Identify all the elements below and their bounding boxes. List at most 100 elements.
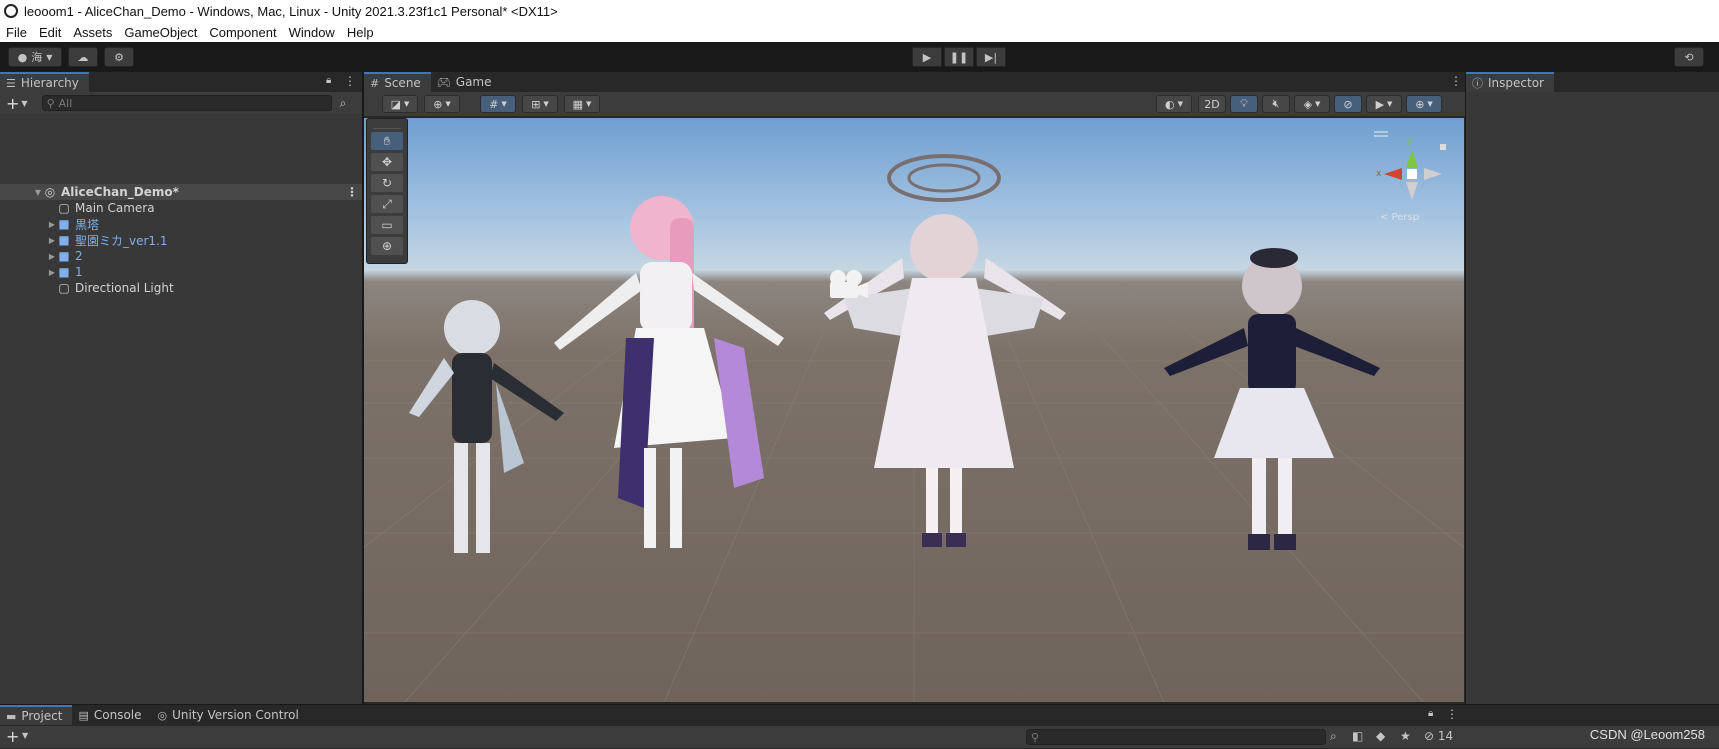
step-button[interactable]: ▶| (976, 47, 1006, 67)
tab-console[interactable]: ▤ Console (72, 705, 151, 725)
hierarchy-scene-row[interactable]: ▼ ◎ AliceChan_Demo* ⋮ (0, 184, 362, 200)
tag-icon[interactable]: ◆ (1376, 729, 1385, 743)
tab-scene[interactable]: # Scene (364, 72, 431, 92)
camera-settings-dropdown[interactable]: ▶ ▼ (1366, 95, 1402, 113)
grid-visibility-dropdown[interactable]: ▦ ▼ (564, 95, 600, 113)
menu-window[interactable]: Window (283, 25, 341, 40)
hierarchy-item-main-camera[interactable]: ▢ Main Camera (0, 200, 362, 216)
cloud-icon: ☁ (77, 50, 89, 64)
gizmos-dropdown[interactable]: ⊕ ▼ (1406, 95, 1442, 113)
chevron-down-icon[interactable]: ▼ (21, 99, 27, 108)
rotate-tool-button[interactable]: ↻ (371, 174, 403, 192)
lock-icon[interactable]: 🔒︎ (1428, 708, 1433, 719)
camera-gizmo-icon[interactable] (824, 268, 870, 302)
expand-arrow-icon[interactable]: ▼ (32, 188, 44, 197)
overlay-drag-handle[interactable] (373, 121, 401, 129)
move-icon: ✥ (381, 155, 393, 169)
increment-snap-dropdown[interactable]: ⊞ ▼ (522, 95, 558, 113)
audio-toggle[interactable]: 🔇︎ (1262, 95, 1290, 113)
hierarchy-search-input[interactable]: ⚲ All (41, 95, 332, 111)
chevron-down-icon: ▼ (501, 100, 507, 108)
menu-help[interactable]: Help (341, 25, 380, 40)
hierarchy-item-2[interactable]: ▶ ■ 2 (0, 248, 362, 264)
rect-tool-button[interactable]: ▭ (371, 216, 403, 234)
folder-icon: ▬ (6, 709, 17, 723)
global-local-dropdown[interactable]: ⊕ ▼ (424, 95, 460, 113)
filter-by-label-icon[interactable]: ◧ (1352, 729, 1363, 743)
tab-hierarchy[interactable]: ☰ Hierarchy (0, 72, 89, 92)
move-tool-button[interactable]: ✥ (371, 153, 403, 171)
star-icon[interactable]: ★ (1400, 729, 1411, 743)
expand-arrow-icon[interactable]: ▶ (46, 220, 58, 229)
expand-arrow-icon[interactable]: ▶ (46, 268, 58, 277)
hierarchy-item-kuruta[interactable]: ▶ ■ 黒塔 (0, 216, 362, 232)
tab-game[interactable]: 🎮︎ Game (431, 72, 502, 92)
rect-icon: ▭ (381, 218, 393, 232)
effects-dropdown[interactable]: ◈ ▼ (1294, 95, 1330, 113)
lighting-toggle[interactable]: 💡︎ (1230, 95, 1258, 113)
search-options-icon[interactable]: ⌕ (340, 96, 347, 111)
account-dropdown[interactable]: ● 海 ▼ (8, 47, 62, 67)
chevron-down-icon: ▼ (445, 100, 451, 108)
collab-settings-button[interactable]: ⚙ (104, 47, 134, 67)
search-by-type-icon[interactable]: ⌕ (1330, 729, 1337, 744)
gizmo-y-axis-cone[interactable] (1406, 150, 1418, 168)
draw-mode-dropdown[interactable]: ◪ ▼ (382, 95, 418, 113)
chevron-down-icon: ▼ (586, 100, 592, 108)
more-icon[interactable]: ⋮ (1446, 707, 1458, 721)
menu-assets[interactable]: Assets (67, 25, 118, 40)
more-icon[interactable]: ⋮ (346, 185, 358, 199)
menu-component[interactable]: Component (203, 25, 282, 40)
rotate-icon: ↻ (381, 176, 393, 190)
prefab-icon: ■ (58, 265, 70, 279)
pause-button[interactable]: ❚❚ (944, 47, 974, 67)
hidden-count: 14 (1437, 729, 1454, 743)
gizmo-z-axis-cone[interactable] (1440, 144, 1446, 150)
gizmo-persp-label[interactable]: < Persp (1380, 212, 1419, 223)
gizmo-x-axis-cone[interactable] (1384, 168, 1402, 180)
grid-snap-dropdown[interactable]: # ▼ (480, 95, 516, 113)
expand-arrow-icon[interactable]: ▶ (46, 236, 58, 245)
play-button[interactable]: ▶ (912, 47, 942, 67)
lock-icon[interactable]: 🔒︎ (326, 75, 331, 86)
transform-tool-button[interactable]: ⊕ (371, 237, 403, 255)
project-search-input[interactable]: ⚲ (1026, 729, 1326, 745)
hidden-objects-toggle[interactable]: ⊘ (1334, 95, 1362, 113)
scene-viewport[interactable]: ✋︎ ✥ ↻ ⤢ ▭ ⊕ y x < Persp (364, 118, 1464, 702)
hidden-packages-toggle[interactable]: ⊘ 14 (1424, 729, 1453, 743)
character-model-2[interactable] (544, 178, 794, 568)
gizmo-center-cube[interactable] (1407, 169, 1417, 179)
expand-arrow-icon[interactable]: ▶ (46, 252, 58, 261)
hierarchy-item-directional-light[interactable]: ▢ Directional Light (0, 280, 362, 296)
character-model-4[interactable] (1144, 238, 1404, 558)
tab-unity-version-control[interactable]: ◎ Unity Version Control (152, 705, 309, 725)
account-icon: ● (17, 50, 28, 64)
more-icon[interactable]: ⋮ (344, 74, 356, 88)
chevron-down-icon: ▼ (543, 100, 549, 108)
gizmo-neg-y-axis-cone[interactable] (1406, 182, 1418, 200)
hierarchy-item-mika[interactable]: ▶ ■ 聖園ミカ_ver1.1 (0, 232, 362, 248)
history-button[interactable]: ⟲ (1674, 47, 1704, 67)
add-icon[interactable]: + (6, 94, 19, 113)
shading-mode-dropdown[interactable]: ◐ ▼ (1156, 95, 1192, 113)
character-model-3[interactable] (784, 138, 1104, 568)
unity-logo-icon (4, 4, 18, 18)
hand-tool-button[interactable]: ✋︎ (371, 132, 403, 150)
toggle-2d-button[interactable]: 2D (1198, 95, 1226, 113)
chevron-down-icon[interactable]: ▼ (22, 731, 28, 740)
hierarchy-item-1[interactable]: ▶ ■ 1 (0, 264, 362, 280)
tab-project[interactable]: ▬ Project (0, 705, 73, 725)
menu-edit[interactable]: Edit (33, 25, 67, 40)
scale-tool-button[interactable]: ⤢ (371, 195, 403, 213)
more-icon[interactable]: ⋮ (1450, 74, 1462, 88)
gizmo-neg-x-axis-cone[interactable] (1424, 168, 1442, 180)
cloud-button[interactable]: ☁ (68, 47, 98, 67)
play-icon: ▶ (922, 50, 932, 64)
hierarchy-item-label: Directional Light (75, 281, 174, 295)
menu-gameobject[interactable]: GameObject (118, 25, 203, 40)
tab-inspector[interactable]: ⓘ Inspector (1466, 72, 1554, 92)
grid-snap-icon: # (489, 97, 499, 111)
search-placeholder: All (58, 96, 73, 110)
menu-file[interactable]: File (0, 25, 33, 40)
add-icon[interactable]: + (6, 727, 19, 746)
